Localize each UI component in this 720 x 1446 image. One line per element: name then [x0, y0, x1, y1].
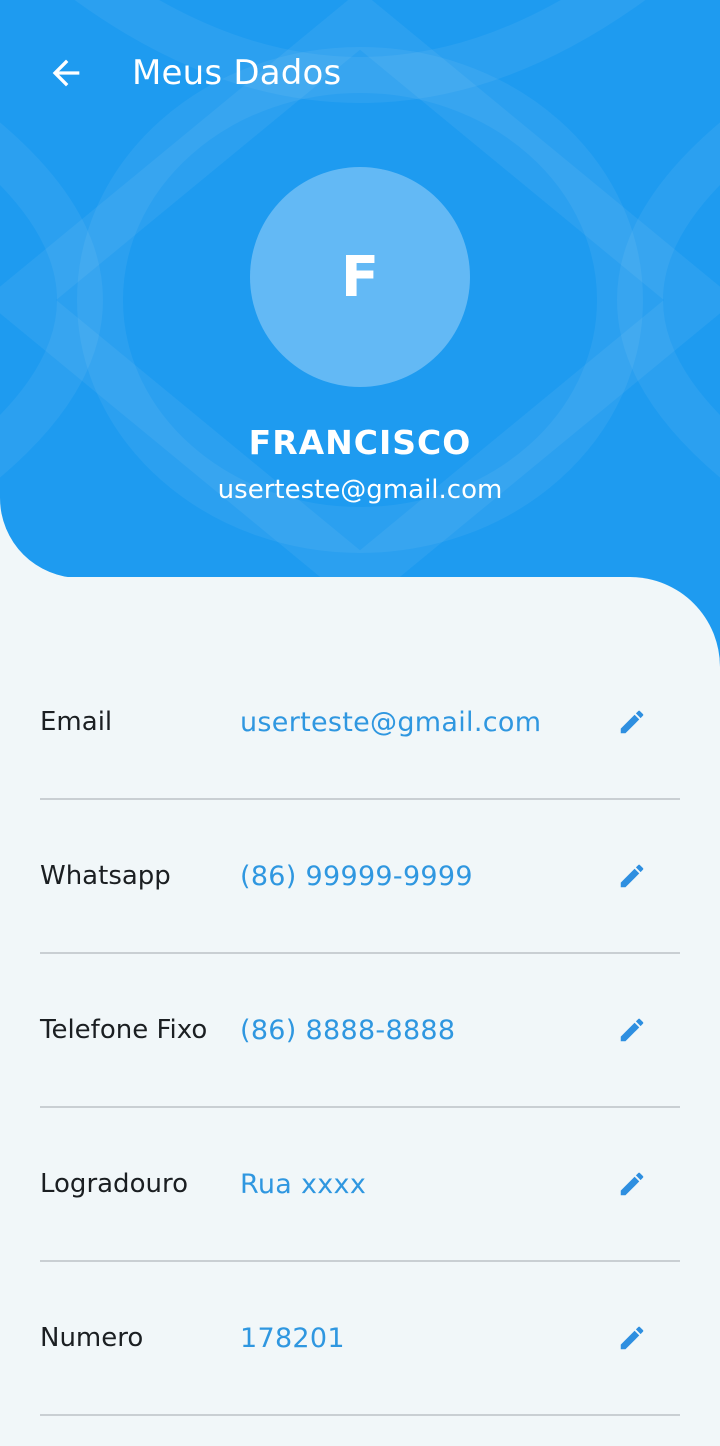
field-value: Rua xxxx	[240, 1168, 367, 1200]
edit-email-button[interactable]	[602, 692, 662, 752]
field-label: Logradouro	[40, 1169, 188, 1199]
pencil-icon	[620, 864, 644, 888]
field-value: userteste@gmail.com	[240, 706, 542, 738]
edit-telefone-fixo-button[interactable]	[602, 1000, 662, 1060]
field-row-telefone-fixo: Telefone Fixo (86) 8888-8888	[40, 954, 680, 1108]
field-label: Whatsapp	[40, 861, 171, 891]
edit-logradouro-button[interactable]	[602, 1154, 662, 1214]
field-value: (86) 8888-8888	[240, 1014, 456, 1046]
back-button[interactable]	[36, 43, 96, 103]
field-label: Telefone Fixo	[40, 1015, 208, 1045]
field-row-numero: Numero 178201	[40, 1262, 680, 1416]
field-row-whatsapp: Whatsapp (86) 99999-9999	[40, 800, 680, 954]
details-list: Email userteste@gmail.com Whatsapp (86) …	[40, 646, 680, 1416]
field-value: 178201	[240, 1322, 345, 1354]
field-value: (86) 99999-9999	[240, 860, 473, 892]
pencil-icon	[620, 1172, 644, 1196]
user-name: FRANCISCO	[248, 423, 472, 462]
edit-whatsapp-button[interactable]	[602, 846, 662, 906]
pencil-icon	[620, 1326, 644, 1350]
arrow-left-icon	[52, 59, 80, 87]
app-bar: Meus Dados	[0, 38, 720, 108]
pencil-icon	[620, 710, 644, 734]
field-row-logradouro: Logradouro Rua xxxx	[40, 1108, 680, 1262]
user-email: userteste@gmail.com	[217, 475, 503, 505]
field-label: Email	[40, 707, 113, 737]
edit-numero-button[interactable]	[602, 1308, 662, 1368]
page-title: Meus Dados	[132, 53, 342, 93]
profile-screen: Meus Dados F FRANCISCO userteste@gmail.c…	[0, 0, 720, 1446]
avatar: F	[250, 167, 470, 387]
field-label: Numero	[40, 1323, 144, 1353]
pencil-icon	[620, 1018, 644, 1042]
field-row-email: Email userteste@gmail.com	[40, 646, 680, 800]
